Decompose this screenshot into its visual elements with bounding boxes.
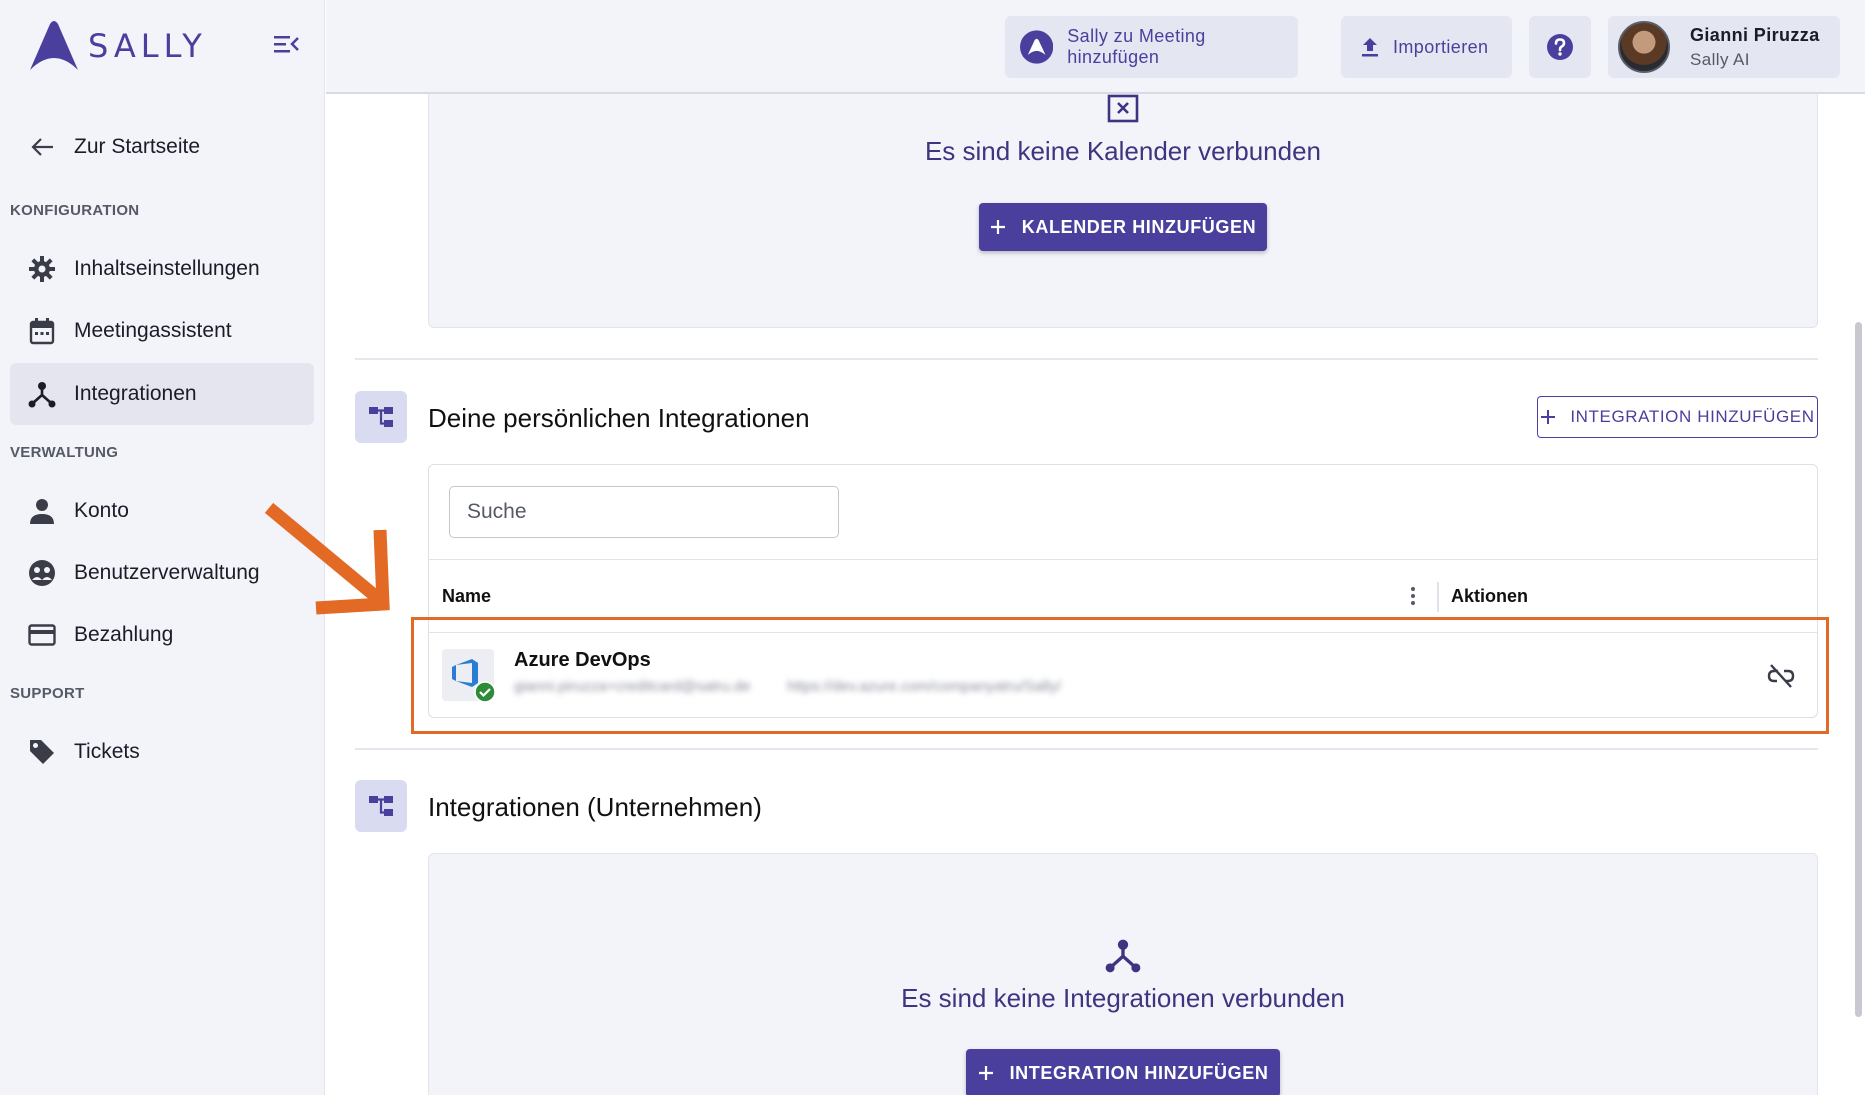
sidebar-item-label: Tickets	[74, 740, 140, 763]
plus-icon	[978, 1066, 993, 1080]
upload-icon	[1362, 38, 1378, 57]
help-icon	[1547, 34, 1573, 60]
sidebar-item-label: Meetingassistent	[74, 319, 232, 342]
gear-icon	[29, 256, 55, 282]
hub-icon	[28, 382, 56, 408]
table-header-divider-top	[429, 559, 1817, 560]
plus-icon	[1541, 410, 1556, 424]
sally-logo-icon	[1020, 30, 1054, 64]
user-organization: Sally AI	[1690, 49, 1750, 69]
sally-logo[interactable]: SALLY	[26, 18, 207, 74]
sidebar-item-meetingassistent[interactable]: Meetingassistent	[10, 300, 314, 362]
tag-icon	[30, 740, 54, 764]
annotation-highlight-box	[411, 617, 1829, 734]
import-button[interactable]: Importieren	[1341, 16, 1512, 78]
logo-text: SALLY	[88, 27, 207, 65]
search-input[interactable]	[449, 486, 839, 538]
calendar-remove-icon	[1107, 94, 1139, 123]
section-divider	[355, 358, 1818, 360]
sidebar-item-tickets[interactable]: Tickets	[10, 721, 314, 783]
sidebar-item-label: Integrationen	[74, 382, 197, 405]
top-bar: Sally zu Meeting hinzufügen Importieren …	[326, 0, 1865, 94]
company-empty-title: Es sind keine Integrationen verbunden	[901, 983, 1345, 1013]
calendar-icon	[29, 318, 55, 345]
arrow-left-icon	[31, 138, 53, 156]
add-to-meeting-label: Sally zu Meeting hinzufügen	[1067, 26, 1206, 67]
menu-collapse-icon	[274, 36, 299, 53]
company-integrations-section-icon	[355, 780, 407, 832]
sidebar-item-integrationen[interactable]: Integrationen	[10, 363, 314, 425]
account-tree-icon	[369, 407, 393, 427]
column-menu-icon[interactable]	[1408, 585, 1418, 607]
add-calendar-label: KALENDER HINZUFÜGEN	[1021, 216, 1257, 237]
column-header-name[interactable]: Name	[442, 586, 491, 607]
calendar-empty-title: Es sind keine Kalender verbunden	[924, 136, 1322, 166]
add-company-integration-button[interactable]: INTEGRATION HINZUFÜGEN	[966, 1049, 1280, 1095]
credit-card-icon	[28, 624, 56, 646]
add-personal-integration-button[interactable]: INTEGRATION HINZUFÜGEN	[1537, 396, 1818, 438]
sally-logo-icon	[30, 21, 78, 70]
column-header-actions: Aktionen	[1451, 586, 1529, 606]
collapse-menu-button[interactable]	[272, 32, 304, 60]
add-sally-to-meeting-button[interactable]: Sally zu Meeting hinzufügen	[1005, 16, 1298, 78]
section-konfiguration: KONFIGURATION	[10, 202, 140, 219]
back-label: Zur Startseite	[74, 135, 201, 158]
plus-icon	[990, 220, 1005, 234]
person-icon	[30, 499, 54, 524]
sidebar-item-inhaltseinstellungen[interactable]: Inhaltseinstellungen	[10, 238, 314, 300]
add-company-integration-label: INTEGRATION HINZUFÜGEN	[1009, 1062, 1269, 1083]
sidebar-item-label: Bezahlung	[74, 623, 174, 646]
annotation-arrow	[264, 502, 390, 615]
sidebar-item-label: Konto	[74, 499, 129, 522]
sidebar-item-label: Benutzerverwaltung	[74, 561, 260, 584]
hub-icon	[1105, 939, 1141, 973]
back-to-home-link[interactable]: Zur Startseite	[10, 120, 314, 174]
section-verwaltung: VERWALTUNG	[10, 444, 119, 461]
avatar	[1618, 21, 1670, 73]
account-tree-icon	[369, 796, 393, 816]
user-name: Gianni Piruzza	[1690, 24, 1820, 45]
add-integration-label: INTEGRATION HINZUFÜGEN	[1570, 407, 1815, 426]
help-button[interactable]	[1529, 16, 1591, 78]
personal-integrations-section-icon	[355, 391, 407, 443]
page-scrollbar[interactable]	[1855, 322, 1862, 1017]
user-menu-button[interactable]: Gianni Piruzza Sally AI	[1608, 16, 1840, 78]
personal-integrations-title: Deine persönlichen Integrationen	[428, 403, 810, 433]
sidebar-item-label: Inhaltseinstellungen	[74, 257, 260, 280]
section-divider	[355, 748, 1818, 750]
import-label: Importieren	[1393, 36, 1489, 57]
users-manage-icon	[29, 560, 55, 586]
section-support: SUPPORT	[10, 685, 85, 702]
company-integrations-title: Integrationen (Unternehmen)	[428, 792, 762, 822]
add-calendar-button[interactable]: KALENDER HINZUFÜGEN	[979, 203, 1267, 251]
column-separator	[1437, 582, 1439, 612]
